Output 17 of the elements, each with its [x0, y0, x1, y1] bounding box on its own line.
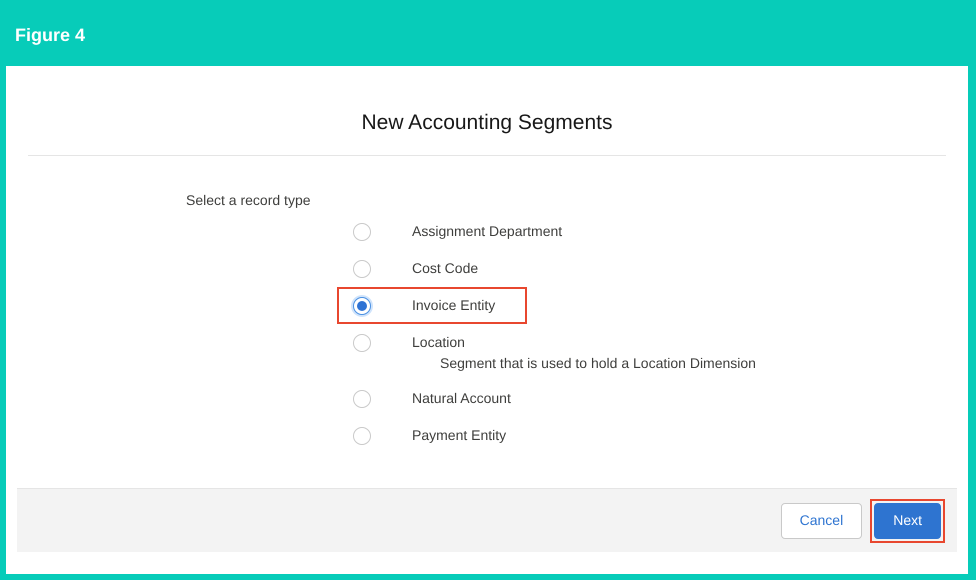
radio-option[interactable]: Payment Entity	[337, 417, 538, 454]
radio-option[interactable]: Natural Account	[337, 380, 543, 417]
radio-button[interactable]	[353, 426, 371, 444]
radio-option[interactable]: Cost Code	[337, 250, 510, 287]
next-button[interactable]: Next	[874, 502, 941, 538]
radio-button[interactable]	[353, 222, 371, 240]
radio-button[interactable]	[353, 334, 371, 352]
radio-button[interactable]	[353, 296, 371, 314]
radio-button[interactable]	[353, 390, 371, 408]
option-description: Segment that is used to hold a Location Dimension	[440, 354, 756, 373]
figure-label: Figure 4	[15, 24, 86, 47]
radio-button[interactable]	[353, 260, 371, 278]
radio-option[interactable]: Assignment Department	[337, 213, 594, 250]
dialog-title: New Accounting Segments	[362, 110, 612, 136]
prompt-label: Select a record type	[186, 191, 311, 210]
radio-option[interactable]: Invoice Entity	[337, 287, 528, 324]
cancel-button[interactable]: Cancel	[780, 502, 862, 538]
